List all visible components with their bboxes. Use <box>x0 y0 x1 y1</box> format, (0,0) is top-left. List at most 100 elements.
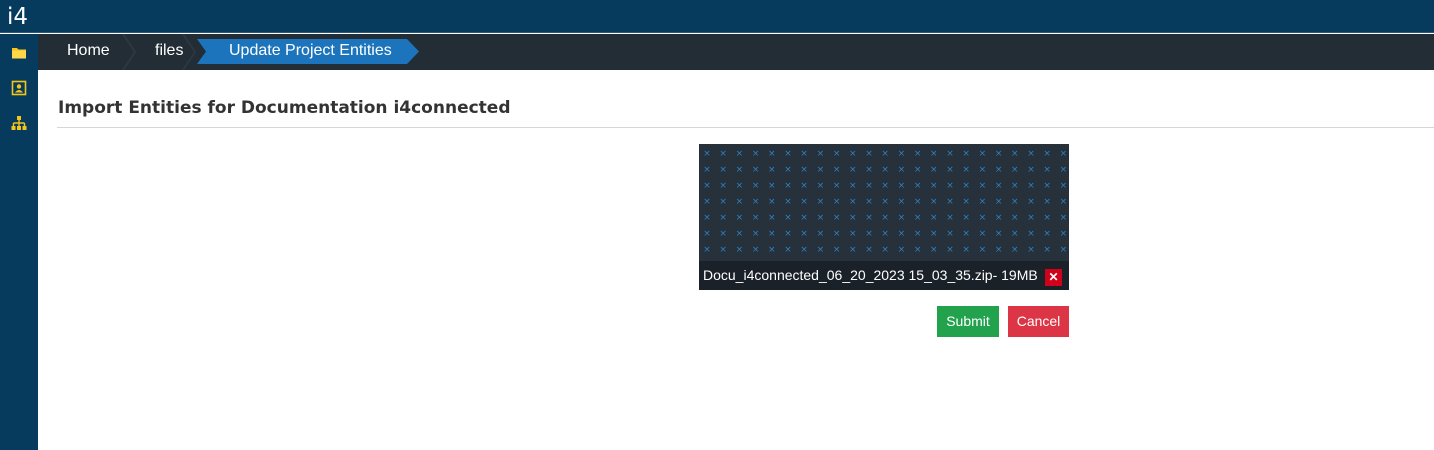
svg-text:×: × <box>979 165 987 175</box>
svg-text:×: × <box>719 149 727 159</box>
svg-text:×: × <box>1060 165 1068 175</box>
svg-text:×: × <box>995 245 1003 255</box>
svg-text:×: × <box>768 245 776 255</box>
svg-text:×: × <box>784 229 792 239</box>
svg-text:×: × <box>800 149 808 159</box>
svg-text:×: × <box>946 213 954 223</box>
svg-text:×: × <box>833 165 841 175</box>
svg-text:×: × <box>1011 213 1019 223</box>
svg-text:×: × <box>703 197 711 207</box>
svg-text:×: × <box>800 245 808 255</box>
sitemap-icon[interactable] <box>10 114 28 132</box>
svg-text:×: × <box>1027 197 1035 207</box>
svg-text:×: × <box>833 149 841 159</box>
svg-text:×: × <box>800 229 808 239</box>
svg-text:×: × <box>865 181 873 191</box>
svg-text:×: × <box>1011 245 1019 255</box>
svg-text:×: × <box>752 213 760 223</box>
svg-text:×: × <box>736 149 744 159</box>
svg-text:×: × <box>979 181 987 191</box>
cancel-button[interactable]: Cancel <box>1008 306 1069 337</box>
svg-text:×: × <box>881 149 889 159</box>
svg-text:×: × <box>1060 181 1068 191</box>
svg-text:×: × <box>914 165 922 175</box>
svg-text:×: × <box>1011 229 1019 239</box>
svg-text:×: × <box>784 149 792 159</box>
svg-text:×: × <box>817 197 825 207</box>
app-logo[interactable]: i4 <box>7 2 28 32</box>
svg-text:×: × <box>914 181 922 191</box>
svg-text:×: × <box>817 181 825 191</box>
svg-text:×: × <box>865 245 873 255</box>
svg-text:×: × <box>979 213 987 223</box>
svg-text:×: × <box>898 229 906 239</box>
svg-text:×: × <box>833 229 841 239</box>
svg-text:×: × <box>946 165 954 175</box>
svg-text:×: × <box>946 197 954 207</box>
svg-text:×: × <box>881 181 889 191</box>
svg-text:×: × <box>768 197 776 207</box>
sidebar <box>0 34 38 450</box>
svg-text:×: × <box>995 197 1003 207</box>
svg-text:×: × <box>719 197 727 207</box>
svg-text:×: × <box>946 245 954 255</box>
svg-text:×: × <box>979 149 987 159</box>
svg-text:×: × <box>719 165 727 175</box>
svg-text:×: × <box>930 165 938 175</box>
breadcrumb-files[interactable]: files <box>155 34 183 70</box>
svg-text:×: × <box>914 213 922 223</box>
svg-text:×: × <box>1043 245 1051 255</box>
svg-text:×: × <box>719 181 727 191</box>
svg-text:×: × <box>1043 229 1051 239</box>
svg-text:×: × <box>768 165 776 175</box>
svg-text:×: × <box>995 229 1003 239</box>
svg-text:×: × <box>1027 181 1035 191</box>
svg-text:×: × <box>800 197 808 207</box>
svg-text:×: × <box>979 197 987 207</box>
svg-text:×: × <box>849 181 857 191</box>
svg-text:×: × <box>800 213 808 223</box>
breadcrumb-update-project-entities[interactable]: Update Project Entities <box>229 34 392 70</box>
file-dropzone[interactable]: × × × × × × × × × × × × × × × × × × × × × × × × × × × × × × × × × × × × × × × ×… <box>699 144 1069 290</box>
svg-text:×: × <box>995 149 1003 159</box>
svg-text:×: × <box>784 245 792 255</box>
svg-text:×: × <box>1027 245 1035 255</box>
svg-text:×: × <box>865 229 873 239</box>
uploaded-file-name: Docu_i4connected_06_20_2023 15_03_35.zip… <box>703 267 1038 283</box>
svg-text:×: × <box>1027 149 1035 159</box>
svg-text:×: × <box>703 181 711 191</box>
svg-text:×: × <box>817 165 825 175</box>
svg-text:×: × <box>898 213 906 223</box>
remove-file-button[interactable]: ✕ <box>1045 269 1062 286</box>
svg-text:×: × <box>752 229 760 239</box>
submit-button[interactable]: Submit <box>937 306 999 337</box>
uploaded-file-bar: Docu_i4connected_06_20_2023 15_03_35.zip… <box>699 261 1069 290</box>
svg-text:×: × <box>946 229 954 239</box>
svg-text:×: × <box>930 181 938 191</box>
svg-text:×: × <box>914 149 922 159</box>
svg-text:×: × <box>784 165 792 175</box>
svg-text:×: × <box>979 245 987 255</box>
svg-text:×: × <box>703 165 711 175</box>
svg-text:×: × <box>962 149 970 159</box>
page-title: Import Entities for Documentation i4conn… <box>58 98 511 118</box>
svg-text:×: × <box>1060 245 1068 255</box>
svg-text:×: × <box>784 181 792 191</box>
top-header: i4 <box>0 0 1434 33</box>
svg-text:×: × <box>930 213 938 223</box>
contact-card-icon[interactable] <box>10 79 28 97</box>
breadcrumb-home[interactable]: Home <box>67 34 110 70</box>
svg-text:×: × <box>703 245 711 255</box>
svg-text:×: × <box>849 149 857 159</box>
svg-text:×: × <box>930 149 938 159</box>
svg-text:×: × <box>800 181 808 191</box>
svg-text:×: × <box>1027 213 1035 223</box>
svg-text:×: × <box>1011 149 1019 159</box>
svg-text:×: × <box>898 149 906 159</box>
folder-icon[interactable] <box>10 44 28 62</box>
svg-text:×: × <box>752 245 760 255</box>
svg-text:×: × <box>946 149 954 159</box>
svg-text:×: × <box>898 181 906 191</box>
svg-text:×: × <box>849 213 857 223</box>
svg-text:×: × <box>736 165 744 175</box>
